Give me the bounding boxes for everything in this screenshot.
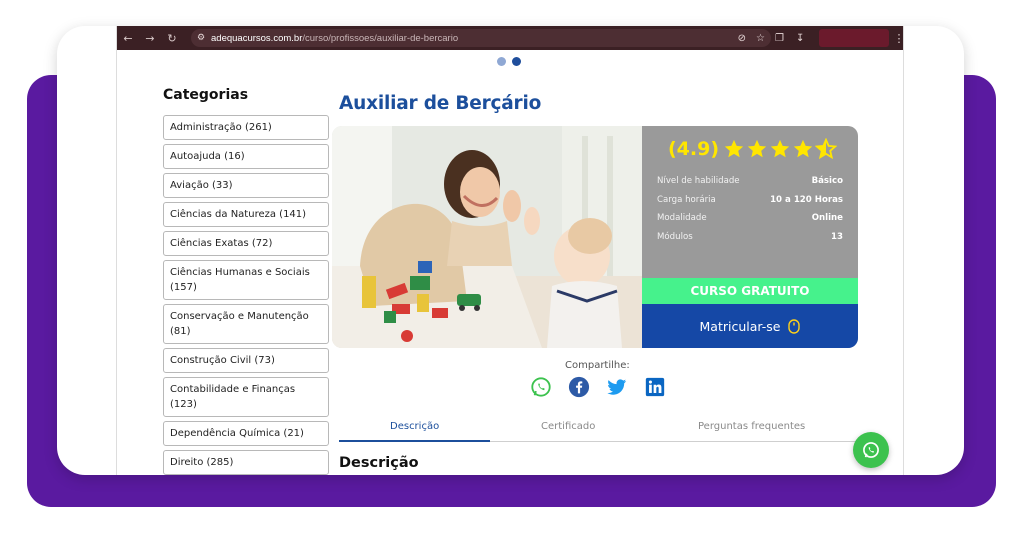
category-item[interactable]: Administração (261) xyxy=(163,115,329,140)
category-item[interactable]: Conservação e Manutenção (81) xyxy=(163,304,329,344)
eye-off-icon[interactable]: ⊘ xyxy=(738,33,746,44)
star-half-icon xyxy=(815,138,838,160)
category-item[interactable]: Autoajuda (16) xyxy=(163,144,329,169)
whatsapp-icon xyxy=(863,442,879,458)
course-detail-row: Modalidade Online xyxy=(657,213,843,224)
active-tab-indicator xyxy=(339,440,490,442)
category-item[interactable]: Contabilidade e Finanças (123) xyxy=(163,377,329,417)
course-photo-illustration xyxy=(332,126,642,348)
facebook-icon[interactable] xyxy=(568,376,590,398)
category-item[interactable]: Ciências Exatas (72) xyxy=(163,231,329,256)
site-settings-icon[interactable]: ⚙ xyxy=(191,33,211,43)
share-icons xyxy=(530,376,666,398)
detail-value: Básico xyxy=(811,176,843,186)
detail-label: Nível de habilidade xyxy=(657,176,740,186)
course-photo xyxy=(332,126,642,348)
enroll-button[interactable]: Matricular-se xyxy=(642,304,858,348)
url-text: adequacursos.com.br/curso/profissoes/aux… xyxy=(211,33,458,44)
browser-window: ← → ↻ ⚙ adequacursos.com.br/curso/profis… xyxy=(116,26,904,475)
course-detail-row: Módulos 13 xyxy=(657,232,843,243)
detail-label: Modalidade xyxy=(657,213,707,224)
profile-button[interactable] xyxy=(819,29,889,47)
category-item[interactable]: Direito (285) xyxy=(163,450,329,475)
tab-certificado[interactable]: Certificado xyxy=(541,421,595,432)
forward-icon[interactable]: → xyxy=(139,26,161,50)
course-tabs: Descrição Certificado Perguntas frequent… xyxy=(339,418,858,442)
twitter-icon[interactable] xyxy=(606,376,628,398)
description-heading: Descrição xyxy=(339,455,419,471)
free-course-badge: CURSO GRATUITO xyxy=(642,278,858,304)
reload-icon[interactable]: ↻ xyxy=(161,26,183,50)
carousel-dots xyxy=(497,57,521,66)
page-title: Auxiliar de Berçário xyxy=(339,93,542,114)
rating-stars xyxy=(723,138,838,160)
address-bar[interactable]: ⚙ adequacursos.com.br/curso/profissoes/a… xyxy=(191,29,771,47)
course-info-panel: (4.9) Nível de habilidade Básico Carga hor… xyxy=(642,126,858,348)
tab-descricao[interactable]: Descrição xyxy=(390,421,439,432)
enroll-label: Matricular-se xyxy=(699,318,781,334)
course-detail-row: Carga horária 10 a 120 Horas xyxy=(657,195,843,206)
categories-title: Categorias xyxy=(163,87,249,103)
tab-perguntas-frequentes[interactable]: Perguntas frequentes xyxy=(698,421,805,432)
star-full-icon xyxy=(793,139,813,158)
star-full-icon xyxy=(724,139,744,158)
download-icon[interactable]: ↧ xyxy=(796,33,804,44)
category-item[interactable]: Ciências da Natureza (141) xyxy=(163,202,329,227)
linkedin-icon[interactable] xyxy=(644,376,666,398)
carousel-dot[interactable] xyxy=(497,57,506,66)
mouse-icon xyxy=(788,318,801,334)
detail-value: Online xyxy=(811,213,843,224)
detail-label: Módulos xyxy=(657,231,693,242)
browser-toolbar: ← → ↻ ⚙ adequacursos.com.br/curso/profis… xyxy=(117,26,904,50)
rating-row: (4.9) xyxy=(668,138,838,160)
category-item[interactable]: Dependência Química (21) xyxy=(163,421,329,446)
carousel-dot-active[interactable] xyxy=(512,57,521,66)
url-domain: adequacursos.com.br xyxy=(211,32,303,44)
course-detail-row: Nível de habilidade Básico xyxy=(657,176,843,187)
url-path: /curso/profissoes/auxiliar-de-bercario xyxy=(302,32,459,44)
category-item[interactable]: Aviação (33) xyxy=(163,173,329,198)
detail-label: Carga horária xyxy=(657,194,716,205)
category-item[interactable]: Ciências Humanas e Sociais (157) xyxy=(163,260,329,300)
whatsapp-icon[interactable] xyxy=(530,376,552,398)
course-details: Nível de habilidade Básico Carga horária 10… xyxy=(657,176,843,250)
category-item[interactable]: Construção Civil (73) xyxy=(163,348,329,373)
bookmark-star-icon[interactable]: ☆ xyxy=(756,33,765,44)
menu-dots-icon[interactable]: ⋮ xyxy=(893,26,904,50)
detail-value: 10 a 120 Horas xyxy=(770,194,843,205)
star-full-icon xyxy=(770,139,790,158)
rating-value: (4.9) xyxy=(668,138,720,160)
course-card: (4.9) Nível de habilidade Básico Carga hor… xyxy=(332,126,858,348)
categories-list: Administração (261) Autoajuda (16) Aviação… xyxy=(163,115,329,475)
back-icon[interactable]: ← xyxy=(117,26,139,50)
extensions-icon[interactable]: ❐ xyxy=(775,33,784,44)
detail-value: 13 xyxy=(831,231,843,242)
star-full-icon xyxy=(747,139,767,158)
whatsapp-floating-button[interactable] xyxy=(853,432,889,468)
share-label: Compartilhe: xyxy=(565,360,630,371)
